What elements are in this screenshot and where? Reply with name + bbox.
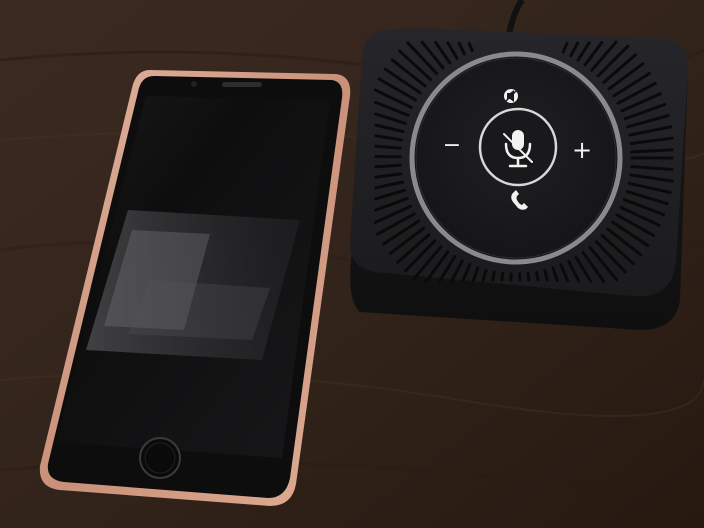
earpiece bbox=[222, 82, 262, 87]
volume-up-icon: + bbox=[572, 136, 592, 164]
grille-slit bbox=[374, 144, 402, 150]
control-panel: − + bbox=[409, 51, 623, 265]
speaker-mute-icon bbox=[504, 89, 518, 103]
conference-speakerphone: − + bbox=[349, 28, 689, 330]
grille-slit bbox=[491, 270, 496, 282]
front-camera bbox=[191, 81, 197, 87]
grille-slit bbox=[500, 271, 505, 282]
grille-slit bbox=[526, 271, 531, 282]
microphone-mute-button[interactable] bbox=[478, 107, 558, 187]
photo-scene: − + bbox=[0, 0, 704, 528]
grille-slit bbox=[535, 270, 540, 282]
volume-down-icon: − bbox=[443, 133, 461, 158]
home-button[interactable] bbox=[139, 437, 181, 479]
grille-slit bbox=[630, 148, 674, 154]
volume-up-button[interactable]: + bbox=[572, 136, 592, 164]
volume-down-button[interactable]: − bbox=[443, 133, 461, 158]
grille-slit bbox=[374, 163, 402, 169]
